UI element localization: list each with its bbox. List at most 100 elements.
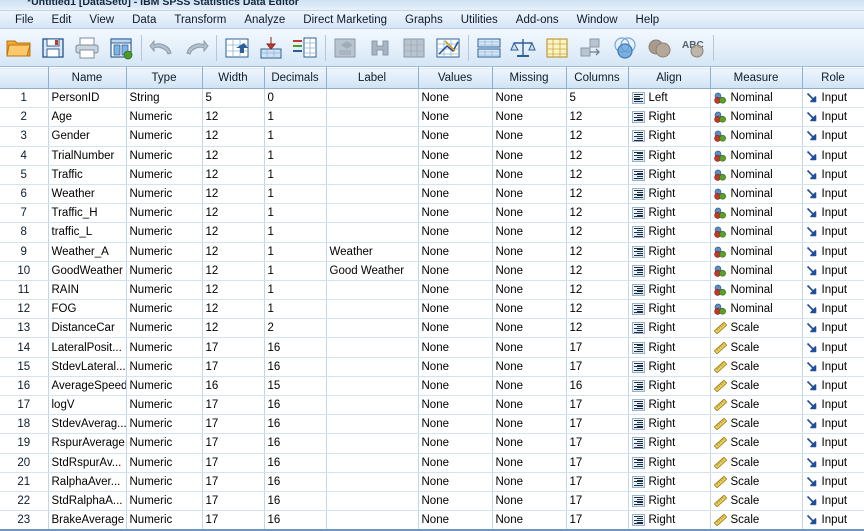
- table-row[interactable]: 4 TrialNumber Numeric 12 1 None None 12 Right Nom…: [0, 146, 864, 166]
- value-labels-icon[interactable]: [540, 31, 574, 65]
- cell-type[interactable]: Numeric: [126, 146, 203, 166]
- cell-values[interactable]: None: [418, 184, 493, 205]
- table-row[interactable]: 1 PersonID String 5 0 None None 5 Left Nominal Inp…: [0, 88, 864, 109]
- cell-decimals[interactable]: 1: [264, 203, 327, 224]
- cell-values[interactable]: None: [418, 472, 493, 492]
- menu-item-transform[interactable]: Transform: [165, 12, 235, 28]
- cell-missing[interactable]: None: [492, 203, 567, 224]
- cell-label[interactable]: [326, 491, 419, 512]
- cell-type[interactable]: Numeric: [126, 453, 203, 473]
- cell-missing[interactable]: None: [492, 433, 567, 454]
- column-header-align[interactable]: Align: [628, 67, 711, 89]
- cell-label[interactable]: [326, 126, 419, 147]
- cell-width[interactable]: 12: [202, 222, 265, 243]
- cell-columns[interactable]: 12: [566, 242, 629, 262]
- cell-decimals[interactable]: 16: [264, 357, 327, 377]
- cell-decimals[interactable]: 16: [264, 453, 327, 473]
- cell-role[interactable]: Input: [802, 203, 864, 224]
- cell-values[interactable]: None: [418, 222, 493, 243]
- cell-values[interactable]: None: [418, 433, 493, 454]
- cell-align[interactable]: Right: [628, 146, 711, 166]
- menu-item-graphs[interactable]: Graphs: [396, 12, 452, 28]
- cell-align[interactable]: Right: [628, 242, 711, 262]
- menu-item-data[interactable]: Data: [123, 12, 165, 28]
- cell-align[interactable]: Right: [628, 299, 711, 320]
- column-header-columns[interactable]: Columns: [566, 67, 629, 89]
- cell-align[interactable]: Right: [628, 126, 711, 147]
- table-row[interactable]: 14 LateralPosit... Numeric 17 16 None None 17 Ri…: [0, 337, 864, 358]
- row-number[interactable]: 20: [0, 453, 49, 473]
- cell-missing[interactable]: None: [492, 395, 567, 416]
- row-number[interactable]: 6: [0, 184, 49, 205]
- cell-values[interactable]: None: [418, 165, 493, 185]
- table-row[interactable]: 3 Gender Numeric 12 1 None None 12 Right Nominal I…: [0, 126, 864, 147]
- cell-width[interactable]: 17: [202, 433, 265, 454]
- menu-item-edit[interactable]: Edit: [43, 12, 81, 28]
- cell-align[interactable]: Right: [628, 414, 711, 435]
- cell-columns[interactable]: 12: [566, 261, 629, 281]
- cell-type[interactable]: Numeric: [126, 433, 203, 454]
- cell-width[interactable]: 17: [202, 337, 265, 358]
- column-header-type[interactable]: Type: [126, 67, 203, 89]
- cell-name[interactable]: LateralPosit...: [48, 337, 127, 358]
- cell-values[interactable]: None: [418, 203, 493, 224]
- cell-align[interactable]: Right: [628, 395, 711, 416]
- table-row[interactable]: 21 RalphaAver... Numeric 17 16 None None 17 Righ…: [0, 472, 864, 492]
- cell-align[interactable]: Right: [628, 280, 711, 301]
- cell-decimals[interactable]: 1: [264, 165, 327, 185]
- row-number[interactable]: 23: [0, 510, 49, 531]
- cell-label[interactable]: [326, 184, 419, 205]
- cell-align[interactable]: Right: [628, 433, 711, 454]
- cell-align[interactable]: Right: [628, 491, 711, 512]
- cell-width[interactable]: 17: [202, 472, 265, 492]
- cell-measure[interactable]: Scale: [710, 453, 803, 473]
- table-row[interactable]: 8 traffic_L Numeric 12 1 None None 12 Right Nomin…: [0, 222, 864, 243]
- cell-columns[interactable]: 17: [566, 395, 629, 416]
- cell-name[interactable]: RspurAverage: [48, 433, 127, 454]
- cell-name[interactable]: StdRspurAv...: [48, 453, 127, 473]
- cell-decimals[interactable]: 1: [264, 299, 327, 320]
- cell-columns[interactable]: 17: [566, 453, 629, 473]
- column-header-decimals[interactable]: Decimals: [264, 67, 327, 89]
- row-number[interactable]: 3: [0, 126, 49, 147]
- cell-name[interactable]: Weather: [48, 184, 127, 205]
- row-number[interactable]: 2: [0, 107, 49, 128]
- row-number[interactable]: 15: [0, 357, 49, 377]
- cell-label[interactable]: [326, 146, 419, 166]
- cell-name[interactable]: Age: [48, 107, 127, 128]
- cell-missing[interactable]: None: [492, 280, 567, 301]
- cell-values[interactable]: None: [418, 510, 493, 531]
- cell-measure[interactable]: Nominal: [710, 88, 803, 109]
- cell-role[interactable]: Input: [802, 222, 864, 243]
- cell-missing[interactable]: None: [492, 318, 567, 339]
- table-row[interactable]: 20 StdRspurAv... Numeric 17 16 None None 17 Righ…: [0, 453, 864, 473]
- table-row[interactable]: 18 StdevAverag... Numeric 17 16 None None 17 Rig…: [0, 414, 864, 435]
- cell-type[interactable]: Numeric: [126, 107, 203, 128]
- cell-decimals[interactable]: 15: [264, 376, 327, 397]
- column-header-missing[interactable]: Missing: [492, 67, 567, 89]
- cell-values[interactable]: None: [418, 414, 493, 435]
- cell-width[interactable]: 12: [202, 242, 265, 262]
- cell-label[interactable]: [326, 395, 419, 416]
- cell-missing[interactable]: None: [492, 261, 567, 281]
- cell-columns[interactable]: 17: [566, 414, 629, 435]
- cell-measure[interactable]: Nominal: [710, 261, 803, 281]
- table-row[interactable]: 5 Traffic Numeric 12 1 None None 12 Right Nominal…: [0, 165, 864, 185]
- cell-label[interactable]: [326, 510, 419, 531]
- cell-decimals[interactable]: 16: [264, 414, 327, 435]
- row-number[interactable]: 1: [0, 88, 49, 109]
- cell-align[interactable]: Left: [628, 88, 711, 109]
- cell-role[interactable]: Input: [802, 126, 864, 147]
- cell-decimals[interactable]: 1: [264, 242, 327, 262]
- cell-measure[interactable]: Scale: [710, 337, 803, 358]
- recall-dialogs-icon[interactable]: [104, 31, 138, 65]
- row-number[interactable]: 8: [0, 222, 49, 243]
- spell-check-icon[interactable]: ABC: [676, 31, 710, 65]
- table-row[interactable]: 2 Age Numeric 12 1 None None 12 Right Nominal Inpu…: [0, 107, 864, 128]
- cell-missing[interactable]: None: [492, 222, 567, 243]
- undo-icon[interactable]: [145, 31, 179, 65]
- cell-name[interactable]: GoodWeather: [48, 261, 127, 281]
- row-number[interactable]: 14: [0, 337, 49, 358]
- cell-measure[interactable]: Scale: [710, 357, 803, 377]
- row-number[interactable]: 4: [0, 146, 49, 166]
